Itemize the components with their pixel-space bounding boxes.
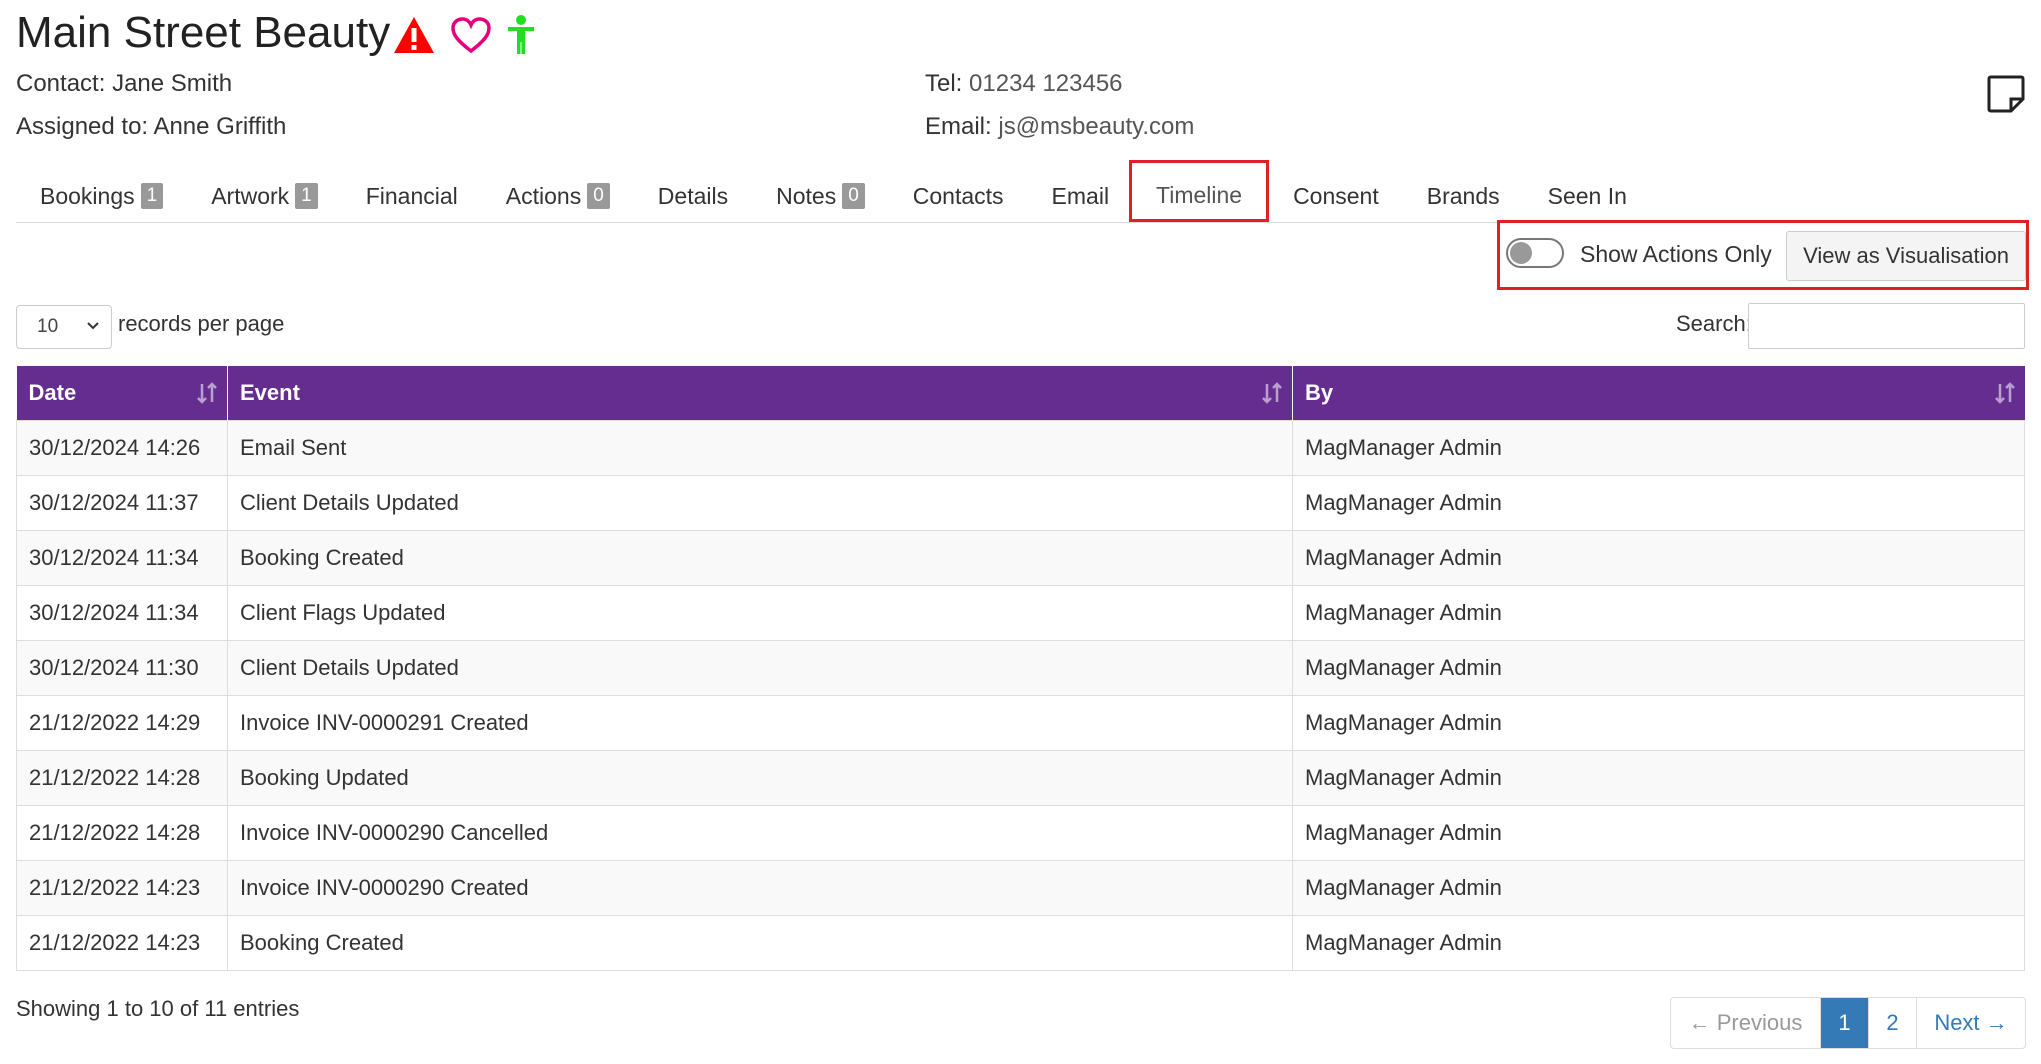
table-row: 30/12/2024 14:26 Email Sent MagManager Adm… xyxy=(16,419,2025,475)
contact-name: Jane Smith xyxy=(112,70,233,97)
cell-date: 21/12/2022 14:23 xyxy=(16,859,228,915)
email-address[interactable]: js@msbeauty.com xyxy=(998,113,1194,140)
chevron-down-icon xyxy=(85,318,101,340)
cell-date: 21/12/2022 14:23 xyxy=(16,914,228,971)
cell-by: MagManager Admin xyxy=(1292,419,2025,475)
cell-date: 21/12/2022 14:28 xyxy=(16,804,228,860)
cell-by: MagManager Admin xyxy=(1292,474,2025,530)
next-page-button[interactable]: Next → xyxy=(1917,998,2025,1048)
person-icon xyxy=(506,14,536,56)
tab-seen-in[interactable]: Seen In xyxy=(1524,170,1651,222)
page-1-button[interactable]: 1 xyxy=(1821,998,1869,1048)
heart-outline-icon xyxy=(450,16,492,54)
cell-by: MagManager Admin xyxy=(1292,694,2025,750)
cell-date: 30/12/2024 11:37 xyxy=(16,474,228,530)
show-actions-only-toggle[interactable] xyxy=(1506,238,1564,268)
cell-by: MagManager Admin xyxy=(1292,749,2025,805)
tab-badge: 0 xyxy=(842,183,865,209)
tab-badge: 1 xyxy=(140,183,164,209)
table-row: 30/12/2024 11:34 Client Flags Updated MagM… xyxy=(16,584,2025,640)
tab-details[interactable]: Details xyxy=(634,170,752,222)
tab-email[interactable]: Email xyxy=(1028,170,1134,222)
table-row: 21/12/2022 14:23 Booking Created MagManage… xyxy=(16,914,2025,971)
warning-triangle-icon xyxy=(392,15,436,55)
telephone-line: Tel: 01234 123456 xyxy=(925,70,1123,97)
tab-notes[interactable]: Notes 0 xyxy=(752,170,889,222)
cell-event: Email Sent xyxy=(227,419,1293,475)
cell-event: Client Details Updated xyxy=(227,639,1293,695)
cell-date: 30/12/2024 11:34 xyxy=(16,529,228,585)
tab-badge: 0 xyxy=(587,183,610,209)
tab-financial[interactable]: Financial xyxy=(342,170,482,222)
sort-icon xyxy=(1262,382,1282,410)
page-2-button[interactable]: 2 xyxy=(1869,998,1917,1048)
tab-actions[interactable]: Actions 0 xyxy=(482,170,634,222)
tab-timeline[interactable]: Timeline xyxy=(1129,160,1270,222)
assigned-line: Assigned to: Anne Griffith xyxy=(16,113,287,140)
cell-event: Invoice INV-0000290 Created xyxy=(227,859,1293,915)
search-input[interactable] xyxy=(1748,303,2025,349)
column-header-event[interactable]: Event xyxy=(227,366,1293,420)
sort-icon xyxy=(197,382,217,410)
cell-by: MagManager Admin xyxy=(1292,529,2025,585)
cell-event: Client Flags Updated xyxy=(227,584,1293,640)
pagination: ← Previous 1 2 Next → xyxy=(1670,997,2026,1049)
tab-bookings[interactable]: Bookings 1 xyxy=(16,170,187,222)
sort-icon xyxy=(1994,382,2015,410)
table-row: 21/12/2022 14:28 Invoice INV-0000290 Canc… xyxy=(16,804,2025,860)
client-flags xyxy=(392,14,536,56)
entries-summary: Showing 1 to 10 of 11 entries xyxy=(16,996,300,1021)
cell-event: Invoice INV-0000290 Cancelled xyxy=(227,804,1293,860)
email-line: Email: js@msbeauty.com xyxy=(925,113,1195,140)
table-row: 21/12/2022 14:23 Invoice INV-0000290 Crea… xyxy=(16,859,2025,915)
previous-page-button[interactable]: ← Previous xyxy=(1671,998,1821,1048)
page-title: Main Street Beauty xyxy=(16,8,391,57)
tab-contacts[interactable]: Contacts xyxy=(889,170,1028,222)
column-header-by[interactable]: By xyxy=(1292,366,2025,420)
records-per-page-select[interactable]: 10 xyxy=(16,305,112,349)
timeline-table: Date Event By 30/12/2024 14:26 Email Sent… xyxy=(16,366,2025,971)
sticky-note-icon[interactable] xyxy=(1986,74,2026,119)
cell-event: Invoice INV-0000291 Created xyxy=(227,694,1293,750)
tab-brands[interactable]: Brands xyxy=(1403,170,1524,222)
cell-date: 30/12/2024 11:30 xyxy=(16,639,228,695)
client-tabs: Bookings 1 Artwork 1 Financial Actions 0 De… xyxy=(16,160,2025,223)
records-per-page-label: records per page xyxy=(118,311,285,336)
telephone-number[interactable]: 01234 123456 xyxy=(969,70,1123,97)
cell-by: MagManager Admin xyxy=(1292,804,2025,860)
view-as-visualisation-button[interactable]: View as Visualisation xyxy=(1786,231,2026,281)
tab-consent[interactable]: Consent xyxy=(1269,170,1403,222)
cell-event: Booking Updated xyxy=(227,749,1293,805)
table-row: 30/12/2024 11:30 Client Details Updated Ma… xyxy=(16,639,2025,695)
table-row: 21/12/2022 14:28 Booking Updated MagManage… xyxy=(16,749,2025,805)
table-row: 30/12/2024 11:37 Client Details Updated Ma… xyxy=(16,474,2025,530)
cell-by: MagManager Admin xyxy=(1292,859,2025,915)
assigned-name: Anne Griffith xyxy=(153,113,287,140)
tab-artwork[interactable]: Artwork 1 xyxy=(187,170,342,222)
cell-event: Client Details Updated xyxy=(227,474,1293,530)
table-row: 30/12/2024 11:34 Booking Created MagManage… xyxy=(16,529,2025,585)
tab-badge: 1 xyxy=(295,183,318,209)
cell-event: Booking Created xyxy=(227,529,1293,585)
cell-date: 21/12/2022 14:28 xyxy=(16,749,228,805)
cell-event: Booking Created xyxy=(227,914,1293,971)
cell-by: MagManager Admin xyxy=(1292,584,2025,640)
column-header-date[interactable]: Date xyxy=(16,366,228,420)
cell-by: MagManager Admin xyxy=(1292,639,2025,695)
contact-line: Contact: Jane Smith xyxy=(16,70,233,97)
cell-date: 30/12/2024 14:26 xyxy=(16,419,228,475)
cell-date: 30/12/2024 11:34 xyxy=(16,584,228,640)
table-row: 21/12/2022 14:29 Invoice INV-0000291 Crea… xyxy=(16,694,2025,750)
cell-date: 21/12/2022 14:29 xyxy=(16,694,228,750)
show-actions-only-label[interactable]: Show Actions Only xyxy=(1580,241,1772,268)
search-label: Search: xyxy=(1676,311,1752,336)
cell-by: MagManager Admin xyxy=(1292,914,2025,971)
